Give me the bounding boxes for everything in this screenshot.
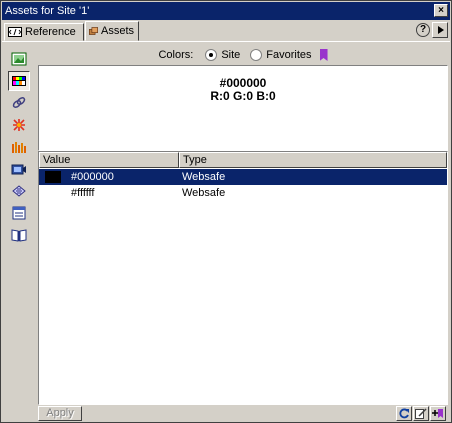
cell-value-text: #000000 xyxy=(71,171,114,183)
cell-value: #ffffff xyxy=(39,185,179,201)
site-radio-label[interactable]: Site xyxy=(221,49,240,61)
add-to-favorites-button[interactable] xyxy=(430,406,446,421)
assets-list: Value Type #000000 Websafe #ffffff Websa… xyxy=(38,151,448,405)
tab-reference-label: Reference xyxy=(25,26,76,38)
sidebar-item-templates[interactable] xyxy=(8,203,30,223)
assets-icon xyxy=(89,27,98,35)
cell-type: Websafe xyxy=(182,171,226,183)
shockwave-icon xyxy=(12,142,26,153)
panel-tabstrip: Reference Assets ? xyxy=(2,21,450,41)
link-icon xyxy=(12,97,26,108)
image-icon xyxy=(11,52,27,66)
edit-button[interactable] xyxy=(413,406,429,421)
assets-footer-bar: Apply xyxy=(38,406,448,422)
sidebar-item-colors[interactable] xyxy=(8,71,30,91)
sidebar-item-movies[interactable] xyxy=(8,159,30,179)
color-swatch-icon xyxy=(12,76,26,86)
library-icon xyxy=(11,229,27,242)
movie-icon xyxy=(11,164,26,175)
script-icon xyxy=(12,185,26,197)
sidebar-item-flash[interactable] xyxy=(8,115,30,135)
sidebar-item-library[interactable] xyxy=(8,225,30,245)
asset-category-sidebar xyxy=(5,46,33,418)
flash-icon xyxy=(13,119,25,131)
add-to-favorites-icon[interactable] xyxy=(319,49,328,61)
favorites-radio[interactable] xyxy=(250,49,263,61)
color-swatch xyxy=(45,171,61,183)
template-icon xyxy=(12,206,26,220)
panel-options-menu-button[interactable] xyxy=(432,22,448,38)
list-row[interactable]: #ffffff Websafe xyxy=(39,185,447,201)
sidebar-item-urls[interactable] xyxy=(8,93,30,113)
favorites-radio-label[interactable]: Favorites xyxy=(266,49,311,61)
assets-panel-window: Assets for Site '1' × Reference Assets ? xyxy=(0,0,452,423)
colors-filter-label: Colors: xyxy=(158,49,194,61)
edit-icon xyxy=(415,408,427,419)
help-button[interactable]: ? xyxy=(416,23,430,37)
cell-type: Websafe xyxy=(182,187,226,199)
add-favorite-icon xyxy=(432,409,443,418)
tab-assets-label: Assets xyxy=(100,25,134,37)
preview-rgb: R:0 G:0 B:0 xyxy=(210,89,276,103)
sidebar-item-shockwave[interactable] xyxy=(8,137,30,157)
reference-icon xyxy=(8,27,22,37)
column-header-type[interactable]: Type xyxy=(179,152,447,168)
apply-button[interactable]: Apply xyxy=(38,406,82,421)
color-preview: #000000 R:0 G:0 B:0 xyxy=(38,65,448,151)
colors-filter-row: Colors: Site Favorites xyxy=(38,46,448,64)
refresh-site-list-button[interactable] xyxy=(396,406,412,421)
list-header: Value Type xyxy=(39,152,447,168)
sidebar-item-scripts[interactable] xyxy=(8,181,30,201)
window-title-bar: Assets for Site '1' × xyxy=(2,2,450,20)
list-row[interactable]: #000000 Websafe xyxy=(39,169,447,185)
column-header-value[interactable]: Value xyxy=(39,152,179,168)
sidebar-item-images[interactable] xyxy=(8,49,30,69)
assets-panel-body: Colors: Site Favorites #000000 R:0 G:0 B… xyxy=(2,41,450,422)
close-button[interactable]: × xyxy=(434,4,448,17)
site-radio[interactable] xyxy=(205,49,218,61)
tab-assets[interactable]: Assets xyxy=(85,21,139,41)
window-title: Assets for Site '1' xyxy=(5,5,90,17)
cell-value: #000000 xyxy=(39,169,179,185)
tab-reference[interactable]: Reference xyxy=(4,23,84,41)
cell-value-text: #ffffff xyxy=(71,187,95,199)
refresh-icon xyxy=(399,408,409,419)
color-swatch xyxy=(45,187,61,199)
